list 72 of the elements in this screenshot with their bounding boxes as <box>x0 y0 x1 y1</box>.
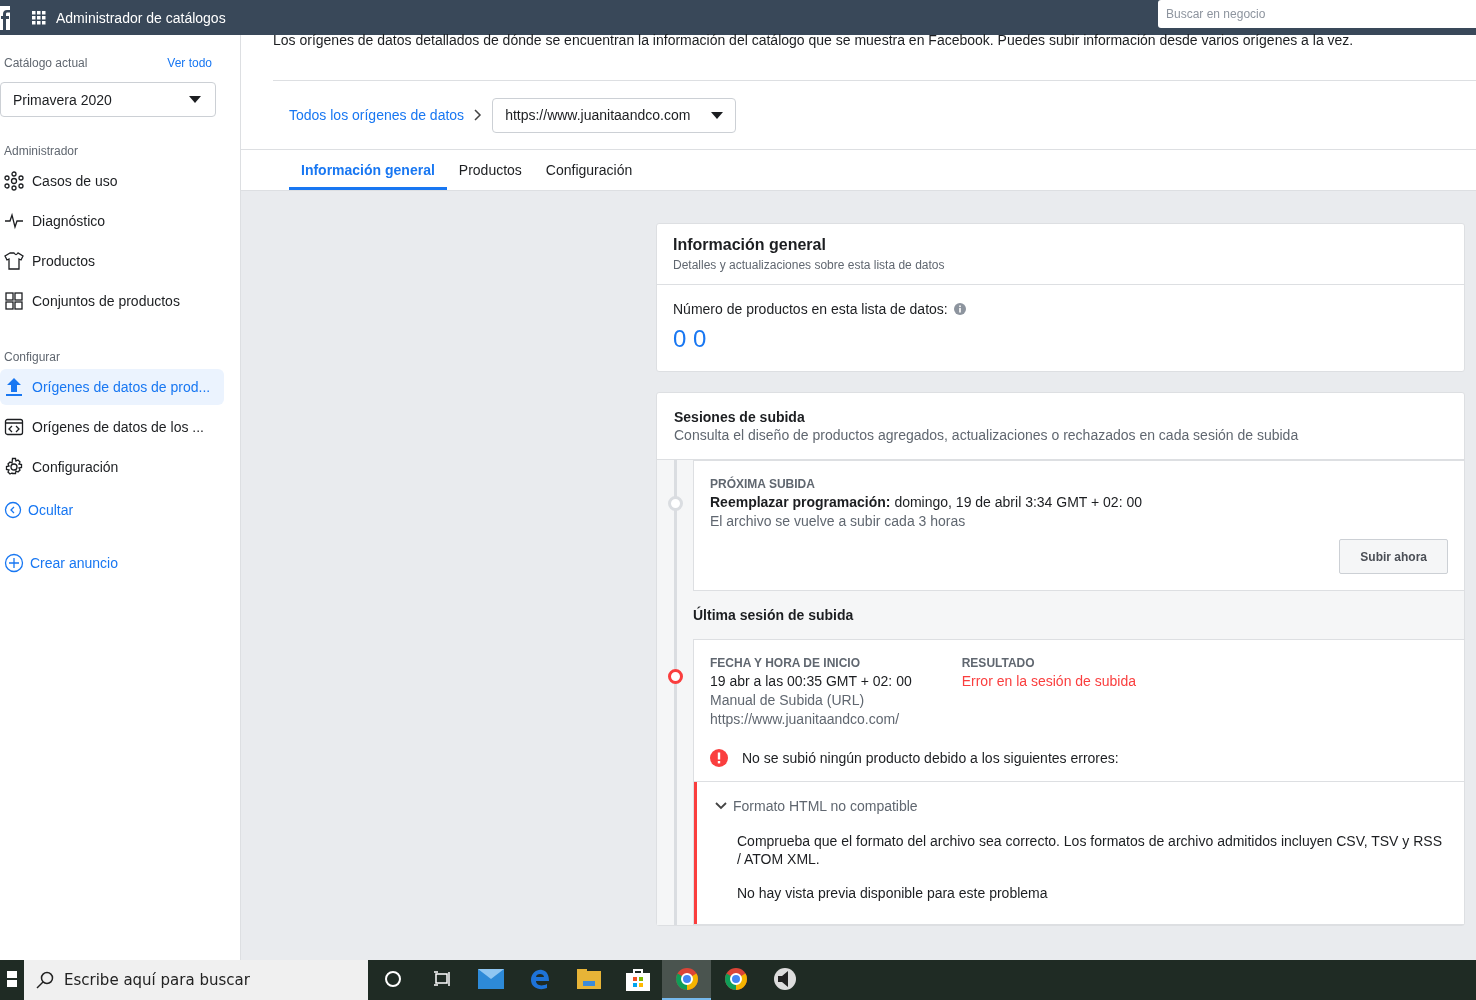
chevron-right-icon <box>474 109 483 121</box>
card-subtitle: Detalles y actualizaciones sobre esta lista de datos <box>673 258 946 272</box>
upload-now-button[interactable]: Subir ahora <box>1339 539 1448 574</box>
intro-text: Los orígenes de datos detallados de dónde se encuentran la información del catálogo que se muestra en Facebook. Puedes subir información desde varios orígenes a la vez. <box>273 32 1476 81</box>
nav-item[interactable]: Configuración <box>0 449 224 485</box>
app-grid-icon <box>32 10 46 25</box>
timeline-node-icon <box>668 496 683 511</box>
grid-icon <box>4 291 24 311</box>
card-title: Sesiones de subida <box>674 409 806 425</box>
nav-item[interactable]: Conjuntos de productos <box>0 283 224 319</box>
speaker-icon <box>771 967 798 991</box>
taskbar-search-field[interactable]: Escribe aquí para buscar <box>24 960 368 1000</box>
chevron-icon <box>715 802 727 810</box>
tab[interactable]: Información general <box>289 150 447 190</box>
upload-icon <box>4 377 24 397</box>
nav-item[interactable]: Orígenes de datos de los ... <box>0 409 224 445</box>
plus-circle-icon <box>4 553 24 573</box>
section-title: Configurar <box>4 350 61 364</box>
shopping-bag-icon <box>625 967 650 991</box>
error-toggle[interactable]: Formato HTML no compatible <box>715 798 1444 814</box>
result-heading: RESULTADO <box>961 656 1036 670</box>
see-all-link[interactable]: Ver todo <box>167 56 212 70</box>
shirt-icon <box>4 251 24 271</box>
settings-icon <box>4 457 24 477</box>
last-session-title: Última sesión de subida <box>693 607 854 623</box>
card-title: Información general <box>673 236 827 254</box>
circle-icon <box>383 970 402 988</box>
product-count-label: Número de productos en esta lista de datos: <box>673 301 948 317</box>
code-window-icon <box>4 417 24 437</box>
info-icon <box>953 303 966 315</box>
chevron-left-circle-icon <box>4 501 22 519</box>
catalog-label: Catálogo actual <box>4 56 88 70</box>
caret-icon <box>711 111 724 119</box>
source-dropdown[interactable]: https://www.juanitaandco.com <box>492 97 737 133</box>
all-sources-link[interactable]: Todos los orígenes de datos <box>289 107 465 123</box>
edge-icon <box>528 968 551 990</box>
schedule-text: Reemplazar programación: domingo, 19 de abril 3:34 GMT + 02: 00 <box>710 494 1143 510</box>
hide-link[interactable]: Ocultar <box>0 501 224 519</box>
source-url: https://www.juanitaandco.com/ <box>710 711 901 727</box>
error-description: Comprueba que el formato del archivo sea correcto. Los formatos de archivo admitidos incluyen CSV, TSV y RSS / ATOM XML. <box>737 832 1443 868</box>
tab[interactable]: Productos <box>446 150 534 190</box>
start-heading: FECHA Y HORA DE INICIO <box>710 656 862 670</box>
card-subtitle: Consulta el diseño de productos agregados, actualizaciones o rechazados en cada sesión de subida <box>674 427 1300 443</box>
nav-item[interactable]: Diagnóstico <box>0 203 224 239</box>
taskbar-app[interactable] <box>662 960 711 1000</box>
app-title: Administrador de catálogos <box>56 9 226 26</box>
result-text: Error en la sesión de subida <box>961 673 1137 689</box>
pulse-icon <box>4 211 24 231</box>
product-count: 0 0 <box>673 325 708 353</box>
start-time: 19 abr a las 00:35 GMT + 02: 00 <box>710 673 912 689</box>
create-ad-link[interactable]: Crear anuncio <box>0 553 224 573</box>
tab[interactable]: Configuración <box>533 150 645 190</box>
chrome-icon <box>723 967 748 991</box>
nav-item[interactable]: Productos <box>0 243 224 279</box>
catalog-dropdown[interactable]: Primavera 2020 <box>0 82 216 117</box>
upload-method: Manual de Subida (URL) <box>710 692 866 708</box>
section-title: Administrador <box>4 144 79 158</box>
error-summary: No se subió ningún producto debido a los siguientes errores: <box>742 750 1119 766</box>
caret-icon <box>189 96 201 103</box>
chrome-icon <box>674 967 699 991</box>
folder-icon <box>576 969 601 989</box>
task-view-icon <box>432 971 451 987</box>
mail-icon <box>477 969 504 989</box>
nav-item[interactable]: Orígenes de datos de prod... <box>0 369 224 405</box>
nav-item[interactable]: Casos de uso <box>0 163 224 199</box>
repeat-text: El archivo se vuelve a subir cada 3 horas <box>710 513 967 529</box>
alert-icon <box>710 749 728 767</box>
error-note: No hay vista previa disponible para este problema <box>737 884 1049 902</box>
next-upload-heading: PRÓXIMA SUBIDA <box>710 477 816 491</box>
network-icon <box>4 171 24 191</box>
windows-logo-icon <box>7 971 17 987</box>
search-field[interactable]: Buscar en negocio <box>1158 0 1476 28</box>
